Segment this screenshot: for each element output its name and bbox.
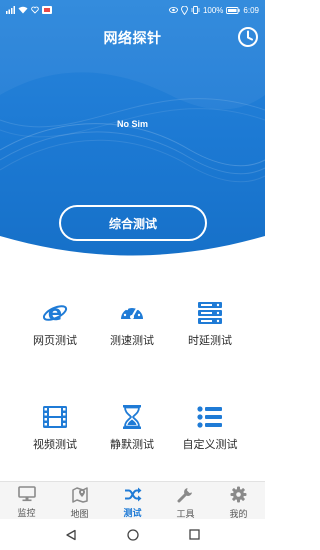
custom-test-item[interactable]: 自定义测试 (170, 402, 250, 462)
ie-icon: e (42, 301, 68, 325)
heart-icon (31, 6, 39, 14)
tab-monitor-label: 监控 (17, 508, 36, 518)
svg-text:e: e (48, 301, 62, 325)
tab-test-label: 测试 (123, 508, 142, 518)
home-icon[interactable] (127, 528, 139, 541)
video-test-item[interactable]: 视频测试 (15, 402, 95, 462)
silent-test-label: 静默测试 (110, 439, 154, 451)
tab-mine[interactable]: 我的 (212, 482, 265, 519)
monitor-icon (17, 486, 36, 502)
hourglass-icon (123, 405, 141, 429)
film-icon (43, 406, 67, 428)
tab-tools[interactable]: 工具 (159, 482, 212, 519)
custom-test-label: 自定义测试 (182, 439, 238, 451)
sim-status: No Sim (116, 119, 148, 129)
comprehensive-test-button[interactable]: 综合测试 (59, 205, 207, 241)
web-test-item[interactable]: e 网页测试 (15, 298, 95, 358)
speedometer-icon (121, 305, 143, 319)
list-icon (197, 406, 222, 428)
clock-icon (238, 27, 258, 47)
map-icon (71, 487, 88, 503)
battery-percent: 100% (202, 5, 224, 15)
location-icon (181, 5, 188, 15)
gear-icon (230, 486, 247, 503)
silent-test-item[interactable]: 静默测试 (92, 402, 172, 462)
back-icon[interactable] (65, 529, 77, 541)
web-test-label: 网页测试 (33, 335, 77, 347)
eye-icon (169, 6, 178, 14)
speed-test-label: 测速测试 (110, 335, 154, 347)
clock-time: 6:09 (243, 5, 259, 15)
tab-monitor[interactable]: 监控 (0, 482, 53, 519)
page-title: 网络探针 (103, 30, 162, 46)
latency-test-label: 时延测试 (188, 335, 232, 347)
notification-icon (42, 6, 52, 14)
history-button[interactable] (237, 26, 259, 48)
tab-test[interactable]: 测试 (106, 482, 159, 519)
battery-icon (226, 6, 241, 14)
video-test-label: 视频测试 (33, 439, 77, 451)
hero-banner: 100% 6:09 网络探针 No Sim 综合测试 (0, 0, 265, 262)
bottom-tab-bar: 监控 地图 测试 工具 我的 (0, 481, 265, 519)
signal-icon (6, 6, 15, 14)
shuffle-icon (124, 487, 141, 501)
system-nav-bar (0, 519, 265, 550)
server-icon (198, 302, 222, 324)
tab-map[interactable]: 地图 (53, 482, 106, 519)
speed-test-item[interactable]: 测速测试 (92, 298, 172, 358)
recents-icon[interactable] (189, 529, 200, 540)
vibrate-icon (191, 6, 200, 14)
status-bar: 100% 6:09 (0, 0, 265, 20)
latency-test-item[interactable]: 时延测试 (170, 298, 250, 358)
wifi-icon (18, 6, 28, 14)
wrench-icon (177, 488, 192, 503)
